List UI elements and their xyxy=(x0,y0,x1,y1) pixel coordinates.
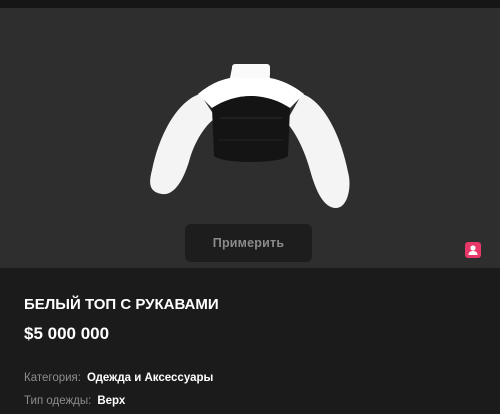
top-strip xyxy=(0,0,500,8)
product-title: БЕЛЫЙ ТОП С РУКАВАМИ xyxy=(24,296,219,313)
clothing-type-value: Верх xyxy=(97,395,126,407)
category-label: Категория: xyxy=(24,372,81,384)
product-price: $5 000 000 xyxy=(24,324,110,343)
user-icon[interactable] xyxy=(465,242,481,258)
clothing-type-label: Тип одежды: xyxy=(24,395,92,407)
product-info: БЕЛЫЙ ТОП С РУКАВАМИ $5 000 000 Категори… xyxy=(0,268,500,414)
category-row: Категория: Одежда и Аксессуары xyxy=(24,372,213,384)
category-value: Одежда и Аксессуары xyxy=(86,372,214,384)
white-crop-top-image xyxy=(150,64,350,208)
try-on-button[interactable]: Примерить xyxy=(185,224,312,262)
item-preview: Примерить xyxy=(0,8,500,268)
clothing-type-row: Тип одежды: Верх xyxy=(24,395,125,407)
